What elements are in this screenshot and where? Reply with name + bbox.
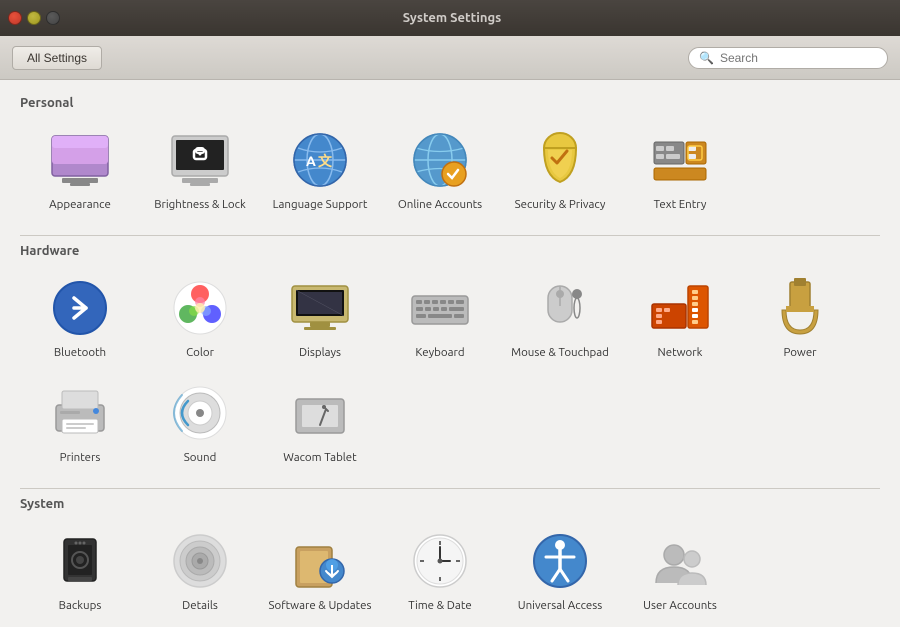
user-accounts-icon	[648, 529, 712, 593]
sound-icon	[168, 381, 232, 445]
power-icon	[768, 276, 832, 340]
svg-text:文: 文	[318, 153, 333, 169]
mouse-touchpad-label: Mouse & Touchpad	[511, 346, 609, 361]
section-grid-system: Backups Details Software & Updates	[20, 519, 880, 624]
mouse-touchpad-icon	[528, 276, 592, 340]
backups-label: Backups	[59, 599, 102, 614]
setting-item-universal-access[interactable]: Universal Access	[500, 519, 620, 624]
window-controls[interactable]	[8, 11, 60, 25]
main-content: Personal Appearance Brightness & Lock	[0, 80, 900, 627]
window-title: System Settings	[72, 11, 832, 25]
printers-icon	[48, 381, 112, 445]
bluetooth-label: Bluetooth	[54, 346, 106, 361]
setting-item-keyboard[interactable]: Keyboard	[380, 266, 500, 371]
appearance-label: Appearance	[49, 198, 111, 213]
bluetooth-icon	[48, 276, 112, 340]
search-icon: 🔍	[699, 51, 714, 65]
language-support-icon: A 文	[288, 128, 352, 192]
section-title-personal: Personal	[20, 96, 880, 110]
setting-item-network[interactable]: Network	[620, 266, 740, 371]
details-label: Details	[182, 599, 218, 614]
setting-item-wacom-tablet[interactable]: Wacom Tablet	[260, 371, 380, 476]
keyboard-label: Keyboard	[415, 346, 464, 361]
user-accounts-label: User Accounts	[643, 599, 717, 614]
setting-item-sound[interactable]: Sound	[140, 371, 260, 476]
displays-icon	[288, 276, 352, 340]
network-icon	[648, 276, 712, 340]
brightness-lock-label: Brightness & Lock	[154, 198, 246, 213]
section-title-system: System	[20, 497, 880, 511]
setting-item-text-entry[interactable]: Text Entry	[620, 118, 740, 223]
setting-item-user-accounts[interactable]: User Accounts	[620, 519, 740, 624]
all-settings-button[interactable]: All Settings	[12, 46, 102, 70]
titlebar: System Settings	[0, 0, 900, 36]
search-box: 🔍	[688, 47, 888, 69]
security-privacy-icon	[528, 128, 592, 192]
security-privacy-label: Security & Privacy	[515, 198, 606, 213]
setting-item-software-updates[interactable]: Software & Updates	[260, 519, 380, 624]
setting-item-printers[interactable]: Printers	[20, 371, 140, 476]
printers-label: Printers	[60, 451, 101, 466]
software-updates-icon	[288, 529, 352, 593]
section-grid-hardware: Bluetooth Color Displays	[20, 266, 880, 476]
sound-label: Sound	[184, 451, 217, 466]
universal-access-label: Universal Access	[518, 599, 602, 614]
universal-access-icon	[528, 529, 592, 593]
setting-item-backups[interactable]: Backups	[20, 519, 140, 624]
brightness-lock-icon	[168, 128, 232, 192]
text-entry-label: Text Entry	[654, 198, 707, 213]
search-input[interactable]	[720, 51, 877, 65]
section-divider	[20, 488, 880, 489]
wacom-tablet-icon	[288, 381, 352, 445]
keyboard-icon	[408, 276, 472, 340]
setting-item-bluetooth[interactable]: Bluetooth	[20, 266, 140, 371]
section-divider	[20, 235, 880, 236]
setting-item-brightness-lock[interactable]: Brightness & Lock	[140, 118, 260, 223]
network-label: Network	[658, 346, 703, 361]
setting-item-appearance[interactable]: Appearance	[20, 118, 140, 223]
toolbar: All Settings 🔍	[0, 36, 900, 80]
setting-item-color[interactable]: Color	[140, 266, 260, 371]
minimize-button[interactable]	[27, 11, 41, 25]
displays-label: Displays	[299, 346, 341, 361]
online-accounts-label: Online Accounts	[398, 198, 482, 213]
setting-item-security-privacy[interactable]: Security & Privacy	[500, 118, 620, 223]
setting-item-online-accounts[interactable]: Online Accounts	[380, 118, 500, 223]
setting-item-mouse-touchpad[interactable]: Mouse & Touchpad	[500, 266, 620, 371]
section-grid-personal: Appearance Brightness & Lock A 文 Languag…	[20, 118, 880, 223]
online-accounts-icon	[408, 128, 472, 192]
appearance-icon	[48, 128, 112, 192]
power-label: Power	[783, 346, 816, 361]
backups-icon	[48, 529, 112, 593]
setting-item-language-support[interactable]: A 文 Language Support	[260, 118, 380, 223]
software-updates-label: Software & Updates	[268, 599, 371, 614]
details-icon	[168, 529, 232, 593]
maximize-button[interactable]	[46, 11, 60, 25]
setting-item-details[interactable]: Details	[140, 519, 260, 624]
setting-item-time-date[interactable]: Time & Date	[380, 519, 500, 624]
text-entry-icon	[648, 128, 712, 192]
svg-text:A: A	[306, 153, 316, 169]
setting-item-displays[interactable]: Displays	[260, 266, 380, 371]
color-label: Color	[186, 346, 214, 361]
language-support-label: Language Support	[273, 198, 368, 213]
setting-item-power[interactable]: Power	[740, 266, 860, 371]
time-date-icon	[408, 529, 472, 593]
color-icon	[168, 276, 232, 340]
close-button[interactable]	[8, 11, 22, 25]
wacom-tablet-label: Wacom Tablet	[283, 451, 356, 466]
section-title-hardware: Hardware	[20, 244, 880, 258]
time-date-label: Time & Date	[408, 599, 471, 614]
